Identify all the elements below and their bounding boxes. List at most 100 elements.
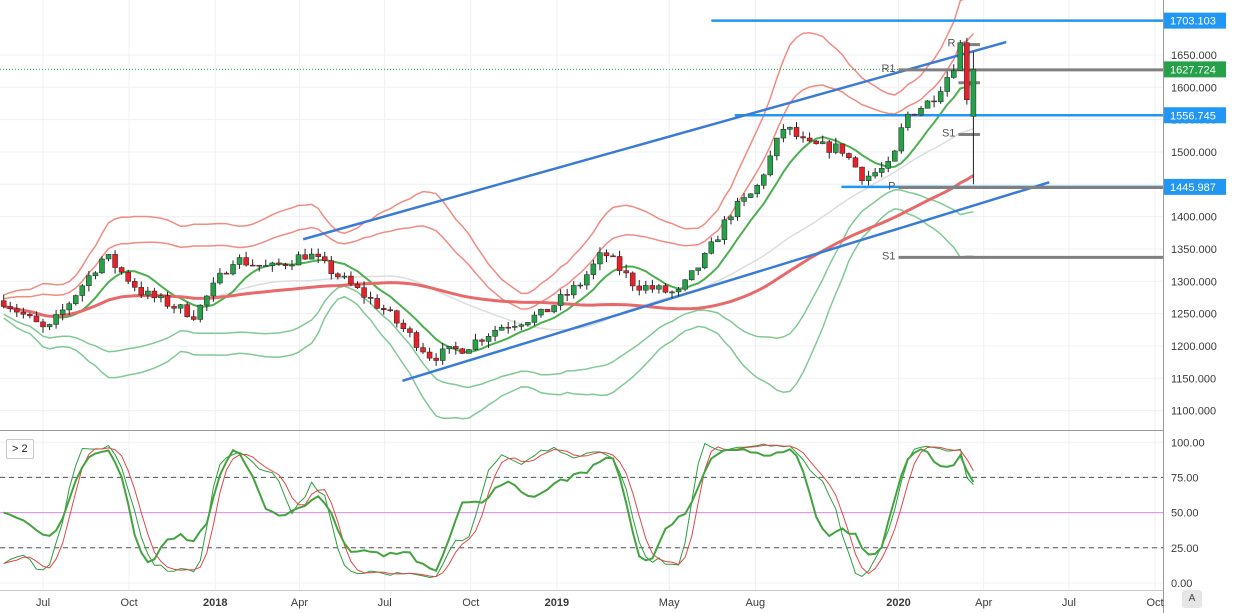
candle-body [453,346,459,350]
candle-body [99,258,105,274]
candle [551,304,557,314]
candle-body [315,253,321,257]
candle-body [236,257,243,265]
time-tick-label: Apr [975,597,992,609]
candle-body [27,314,33,317]
candle-body [957,42,964,71]
candle-body [308,253,315,260]
candle-body [413,332,420,348]
price-tag-label: 1445.987 [1170,182,1216,194]
candle-body [813,140,819,145]
candle-body [662,285,669,293]
candle-body [911,113,918,116]
candle-body [243,257,249,266]
candle-body [675,288,682,293]
time-tick-label: Aug [746,597,766,609]
candle-body [649,285,656,290]
osc-tick-label: 25.00 [1171,543,1199,555]
candle-body [669,291,675,294]
candle-body [924,100,931,109]
candle-body [420,347,426,353]
candle-body [819,141,826,145]
candle-body [767,155,774,176]
price-tick-label: 1650.000 [1171,50,1217,62]
candle-body [951,70,957,78]
candle-body [964,42,970,100]
time-tick-label: 2018 [203,597,227,609]
candle-body [263,265,269,267]
time-tick-label: Apr [291,597,308,609]
candle-body [741,197,747,202]
candle-body [53,314,59,325]
candle-body [197,304,204,320]
candle-body [839,143,846,154]
candle-body [570,285,577,296]
osc-tick-label: 100.00 [1171,437,1205,449]
candle-body [721,219,728,240]
candle-body [806,137,813,142]
price-tick-label: 1150.000 [1171,373,1216,385]
pane-collapse-button[interactable]: > 2 [6,439,34,459]
time-tick-label: Jul [1062,597,1076,609]
candle [892,149,898,162]
candle-body [230,264,236,275]
candle-body [302,254,308,260]
candle-body [708,241,715,254]
candle-body [184,304,190,317]
candle-body [394,310,400,324]
candle [924,100,931,109]
candle [911,113,918,116]
candle-body [118,267,125,273]
chart[interactable]: R R1 S1 P S1 1100.000 1150.000 1200.000 1250.00… [0,0,1234,613]
pivot-label: S1 [942,127,955,139]
candle-body [525,322,531,326]
candle-body [256,264,262,267]
osc-tick-label: 75.00 [1171,472,1199,484]
price-tick-label: 1350.000 [1171,244,1217,256]
price-tag: 1703.103 [1164,12,1226,29]
candle-body [551,305,557,313]
candle-body [92,272,99,276]
candle-body [282,263,289,266]
candle-body [937,91,944,103]
candle-body [472,339,479,350]
time-tick-label: Jul [36,597,50,609]
candle-body [492,329,498,337]
candle-body [361,287,367,298]
time-tick-label: Oct [121,597,138,609]
candle-body [774,137,780,157]
candle-body [40,321,46,328]
time-tick-label: Oct [1146,597,1163,609]
auto-scale-button[interactable]: A [1182,590,1202,608]
time-tick-label: Jul [378,597,392,609]
candle-body [249,264,256,267]
candle-body [944,77,950,92]
candle [964,37,970,105]
candle-body [512,326,518,328]
candle [466,349,472,354]
candle-body [643,285,649,291]
candle-body [295,254,302,266]
candle-body [446,346,452,350]
candle-body [459,348,466,354]
candle-body [747,193,754,198]
candle-body [970,69,977,117]
candle-body [33,315,40,323]
candle-body [86,275,92,287]
candle-body [374,298,380,309]
candle-body [728,216,734,221]
candle-body [538,308,544,316]
candle-body [485,335,492,342]
candle-body [341,275,348,278]
candle-body [0,300,7,307]
candle-body [636,285,642,291]
candle-body [682,279,688,290]
candle-body [125,271,131,282]
time-tick-label: 2019 [545,597,569,609]
price-tick-label: 1200.000 [1171,341,1217,353]
candle-body [557,294,564,306]
candle-body [577,284,584,287]
candle [682,279,688,292]
candle-body [407,328,413,333]
candle-body [321,256,328,261]
